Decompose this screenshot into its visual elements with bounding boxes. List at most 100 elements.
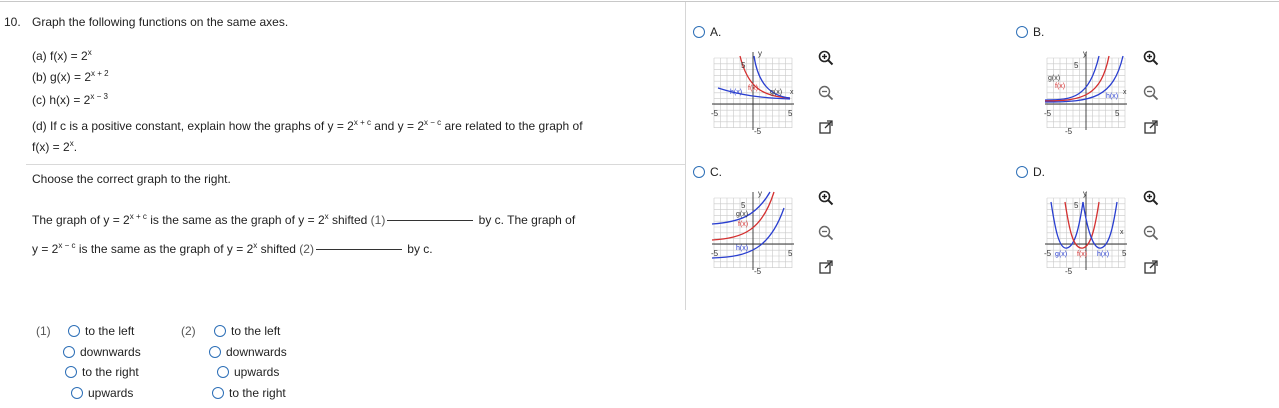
dropdown-1-option-4[interactable]: upwards: [71, 386, 133, 400]
zoom-out-icon[interactable]: [1143, 85, 1159, 101]
sentence2-text-b: is the same as the graph of y = 2: [75, 242, 254, 256]
blank-2[interactable]: [315, 249, 402, 250]
radio-button[interactable]: [1016, 166, 1028, 178]
dropdown-2-option-2[interactable]: downwards: [209, 345, 287, 359]
part-d-exponent2: x − c: [424, 118, 442, 127]
radio-button[interactable]: [693, 26, 705, 38]
graph-option-a[interactable]: A.: [693, 25, 721, 39]
tick-neg5-bottom: -5: [1065, 267, 1073, 274]
zoom-in-icon[interactable]: [818, 190, 834, 206]
x-axis-label: x: [790, 89, 794, 96]
radio-button[interactable]: [68, 325, 80, 337]
sentence1-text-c: shifted: [328, 213, 371, 227]
part-b-text: (b) g(x) = 2: [32, 70, 92, 84]
option-letter: A.: [710, 25, 722, 39]
radio-button[interactable]: [209, 346, 221, 358]
popout-icon[interactable]: [818, 259, 834, 275]
tick-5-right: 5: [788, 249, 793, 258]
part-b: (b) g(x) = 2x + 2: [32, 69, 109, 85]
option-label: downwards: [80, 345, 141, 359]
column-divider: [685, 2, 686, 310]
curve-label-f: f(x): [738, 221, 748, 228]
graph-c: 5 y -5 5 -5 g(x) f(x) h(x) x: [711, 189, 794, 274]
dropdown-1-option-3[interactable]: to the right: [65, 365, 139, 379]
dropdown-2-option-3[interactable]: upwards: [217, 365, 279, 379]
radio-button[interactable]: [1016, 26, 1028, 38]
zoom-in-icon[interactable]: [1143, 190, 1159, 206]
blank-1[interactable]: [387, 220, 474, 221]
curve-label-g: g(x): [736, 211, 748, 218]
dropdown-2-label: (2): [181, 324, 196, 338]
part-a: (a) f(x) = 2x: [32, 49, 92, 64]
radio-button[interactable]: [217, 366, 229, 378]
top-border: [0, 1, 1279, 2]
x-axis-label: x: [1123, 89, 1127, 96]
question-prompt: Graph the following functions on the sam…: [32, 15, 289, 29]
tick-neg5-left: -5: [1044, 249, 1052, 258]
tick-5-top: 5: [741, 61, 746, 70]
curve-label-g: g(x): [770, 89, 782, 96]
dropdown-1-option-2[interactable]: downwards: [63, 345, 141, 359]
curve-label-f: f(x): [748, 85, 758, 92]
radio-button[interactable]: [63, 346, 75, 358]
zoom-out-icon[interactable]: [818, 225, 834, 241]
zoom-in-icon[interactable]: [818, 50, 834, 66]
part-d-line1: (d) If c is a positive constant, explain…: [32, 118, 583, 134]
option-label: downwards: [226, 345, 287, 359]
radio-button[interactable]: [71, 387, 83, 399]
part-d-text2: and y = 2: [370, 119, 425, 133]
tick-neg5-left: -5: [1044, 109, 1052, 118]
popout-icon[interactable]: [1143, 259, 1159, 275]
y-axis-label: y: [758, 189, 762, 198]
option-label: to the left: [231, 324, 281, 338]
part-b-exponent: x + 2: [91, 69, 109, 78]
radio-button[interactable]: [212, 387, 224, 399]
graph-option-d[interactable]: D.: [1016, 165, 1045, 179]
sentence1-exponent1: x + c: [129, 212, 147, 221]
question-number: 10.: [4, 15, 21, 29]
popout-icon[interactable]: [818, 119, 834, 135]
section-divider: [26, 164, 685, 165]
tick-neg5-bottom: -5: [754, 267, 762, 274]
blank-1-marker: (1): [370, 213, 386, 227]
popout-icon[interactable]: [1143, 119, 1159, 135]
choose-instruction: Choose the correct graph to the right.: [32, 172, 231, 186]
option-label: upwards: [234, 365, 280, 379]
option-label: upwards: [88, 386, 134, 400]
part-d-text3: are related to the graph of: [441, 119, 583, 133]
option-label: to the right: [82, 365, 139, 379]
curve-label-f: f(x): [1055, 83, 1065, 90]
y-axis-label: y: [758, 49, 762, 58]
curve-label-h: h(x): [730, 89, 742, 96]
tick-neg5-left: -5: [711, 249, 719, 258]
radio-button[interactable]: [693, 166, 705, 178]
curve-label-g: g(x): [1048, 75, 1060, 82]
answer-sentence-2: y = 2x − c is the same as the graph of y…: [32, 242, 433, 257]
tick-5-right: 5: [1115, 109, 1120, 118]
y-axis-label: y: [1083, 49, 1087, 58]
tick-5-top: 5: [741, 201, 746, 210]
part-d-text1: (d) If c is a positive constant, explain…: [32, 119, 354, 133]
sentence2-text-d: by c.: [403, 242, 433, 256]
zoom-out-icon[interactable]: [818, 85, 834, 101]
graph-option-b[interactable]: B.: [1016, 25, 1044, 39]
option-letter: B.: [1033, 25, 1045, 39]
zoom-out-icon[interactable]: [1143, 225, 1159, 241]
graph-option-c[interactable]: C.: [693, 165, 722, 179]
dropdown-1-option-1[interactable]: to the left: [68, 324, 134, 338]
part-d-text4: f(x) = 2: [32, 140, 70, 154]
sentence1-text-b: is the same as the graph of y = 2: [146, 213, 325, 227]
curve-label-g: g(x): [1055, 251, 1067, 258]
option-label: to the right: [229, 386, 286, 400]
tick-neg5-bottom: -5: [1065, 127, 1073, 134]
dropdown-2-option-1[interactable]: to the left: [214, 324, 280, 338]
option-letter: D.: [1033, 165, 1045, 179]
radio-button[interactable]: [214, 325, 226, 337]
answer-sentence-1: The graph of y = 2x + c is the same as t…: [32, 212, 576, 228]
sentence1-text-d: by c. The graph of: [475, 213, 576, 227]
part-d-line2: f(x) = 2x.: [32, 140, 77, 155]
zoom-in-icon[interactable]: [1143, 50, 1159, 66]
radio-button[interactable]: [65, 366, 77, 378]
part-c-exponent: x − 3: [90, 92, 108, 101]
dropdown-2-option-4[interactable]: to the right: [212, 386, 286, 400]
